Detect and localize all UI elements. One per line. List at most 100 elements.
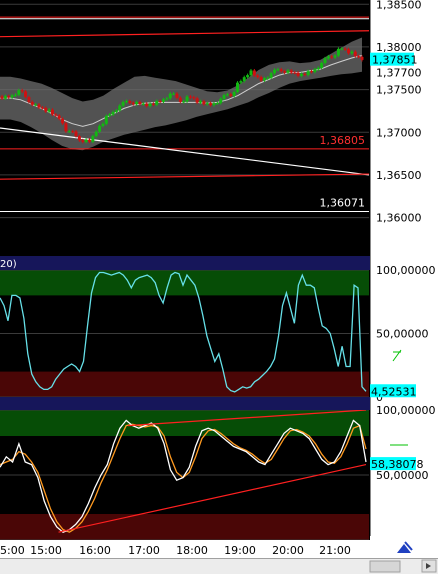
candle-body <box>273 69 277 74</box>
price-y-tick-label: 1,37000 <box>376 126 422 139</box>
candle-body <box>313 69 317 72</box>
candle-body <box>219 98 223 104</box>
oversold-zone <box>0 371 369 397</box>
candle-body <box>249 70 253 76</box>
candle-body <box>108 114 112 116</box>
candle-body <box>296 72 300 76</box>
candle-body <box>7 96 11 98</box>
x-tick-label: 20:00 <box>272 544 304 557</box>
candle-body <box>94 131 98 137</box>
price-y-tick-label: 1,36000 <box>376 212 422 225</box>
level-label-red: 1,36805 <box>320 134 366 147</box>
candle-body <box>326 56 330 59</box>
candle-body <box>121 101 125 106</box>
candle-body <box>131 102 135 105</box>
candle-body <box>61 118 65 124</box>
price-label-underlay: 1,37700 <box>376 67 422 80</box>
osc1-current-value: 4,52531 <box>371 385 417 398</box>
candle-body <box>246 75 250 78</box>
candle-body <box>57 115 61 119</box>
candle-body <box>87 139 91 142</box>
candle-body <box>40 107 44 109</box>
candle-body <box>343 48 347 50</box>
candle-body <box>192 97 196 99</box>
candle-body <box>286 70 290 73</box>
candle-body <box>74 131 78 137</box>
candle-body <box>252 70 256 76</box>
candle-body <box>185 96 189 102</box>
candle-body <box>161 99 165 102</box>
candle-body <box>44 107 48 112</box>
horizontal-scrollbar[interactable] <box>0 558 438 574</box>
osc1-y-tick-label: 100,00000 <box>376 264 436 277</box>
price-y-tick-label: 1,38500 <box>376 0 422 11</box>
candle-body <box>175 93 179 98</box>
panel-separator <box>0 397 370 410</box>
price-y-tick-label: 1,37500 <box>376 84 422 97</box>
candle-body <box>148 103 152 107</box>
osc2-current-value: 58,38078 <box>371 458 424 471</box>
candle-body <box>114 110 118 112</box>
level-label-white: 1,36071 <box>320 197 366 210</box>
candle-body <box>209 103 213 106</box>
scroll-to-end-icon[interactable] <box>370 536 438 558</box>
candle-body <box>81 140 85 142</box>
candle-body <box>333 55 337 58</box>
x-tick-label: 15:00 <box>30 544 62 557</box>
candle-body <box>165 98 169 100</box>
candle-body <box>283 71 287 73</box>
candle-body <box>316 67 320 70</box>
candle-body <box>118 105 122 111</box>
candle-body <box>172 93 176 95</box>
candle-body <box>178 97 182 102</box>
candle-body <box>205 103 209 105</box>
candle-body <box>229 94 233 96</box>
candle-body <box>269 73 273 78</box>
candle-body <box>50 109 54 115</box>
candle-body <box>357 56 361 58</box>
candle-body <box>151 103 155 105</box>
candle-body <box>0 96 4 99</box>
candle-body <box>225 94 229 96</box>
candle-body <box>262 78 266 81</box>
candle-body <box>242 77 246 82</box>
candle-body <box>310 71 314 73</box>
candle-body <box>158 101 162 103</box>
candle-body <box>336 48 340 56</box>
candle-body <box>202 101 206 105</box>
candle-body <box>77 136 81 141</box>
candle-body <box>222 95 226 99</box>
oscillator-1-title: 20) <box>0 259 17 270</box>
x-tick-label: 17:00 <box>128 544 160 557</box>
candle-body <box>276 69 280 71</box>
candle-body <box>138 102 142 105</box>
candle-body <box>30 101 34 105</box>
candle-body <box>188 96 192 98</box>
oscillator-2-panel <box>0 409 369 541</box>
candle-body <box>54 114 58 116</box>
candle-body <box>215 103 219 105</box>
candle-body <box>299 73 303 76</box>
candle-body <box>347 49 351 54</box>
price-y-tick-label: 1,38000 <box>376 41 422 54</box>
candle-body <box>259 77 263 81</box>
candle-body <box>256 75 260 78</box>
candle-body <box>135 102 139 105</box>
panel-separator <box>0 256 370 270</box>
candle-body <box>3 96 7 99</box>
candle-body <box>98 125 102 132</box>
candle-body <box>141 103 145 105</box>
candle-body <box>111 111 115 115</box>
candle-body <box>306 71 310 75</box>
candle-body <box>320 62 324 68</box>
candle-body <box>71 131 75 133</box>
candle-body <box>91 136 95 142</box>
candle-body <box>289 70 293 73</box>
candle-body <box>128 101 132 103</box>
candle-body <box>24 91 28 98</box>
osc2-y-tick-label: 100,00000 <box>376 404 436 417</box>
x-tick-label: 18:00 <box>176 544 208 557</box>
candle-body <box>236 82 240 92</box>
candle-body <box>84 139 88 142</box>
candle-body <box>37 104 41 108</box>
